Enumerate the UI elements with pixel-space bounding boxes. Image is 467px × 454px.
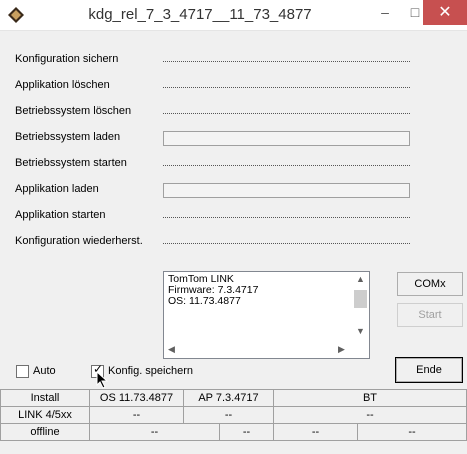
- start-button[interactable]: Start: [397, 303, 463, 327]
- status-cell: offline: [0, 423, 89, 441]
- step-row: Konfiguration sichern: [0, 49, 467, 71]
- step-progress-bar: [163, 131, 410, 146]
- horizontal-scrollbar[interactable]: ◀ ▶: [164, 341, 352, 358]
- status-cell: BT: [273, 389, 467, 406]
- scroll-left-icon[interactable]: ◀: [168, 344, 175, 355]
- step-label: Konfiguration wiederherst.: [15, 235, 143, 247]
- step-label: Applikation löschen: [15, 79, 110, 91]
- step-label: Konfiguration sichern: [15, 53, 119, 65]
- auto-checkbox-box[interactable]: [16, 365, 29, 378]
- step-label: Betriebssystem löschen: [15, 105, 132, 117]
- step-label: Applikation starten: [15, 209, 106, 221]
- window-title: kdg_rel_7_3_4717__11_73_4877: [88, 6, 312, 23]
- close-button[interactable]: ✕: [423, 0, 467, 25]
- step-label: Betriebssystem starten: [15, 157, 127, 169]
- step-row: Applikation starten: [0, 205, 467, 227]
- step-label: Applikation laden: [15, 183, 99, 195]
- status-cell: AP 7.3.4717: [183, 389, 273, 406]
- step-row: Applikation laden: [0, 179, 467, 201]
- auto-checkbox-label[interactable]: Auto: [33, 365, 56, 377]
- step-label: Betriebssystem laden: [15, 131, 121, 143]
- step-dotted-line: [163, 165, 410, 166]
- status-cell: --: [89, 423, 219, 441]
- konfig-checkbox-label[interactable]: Konfig. speichern: [108, 365, 193, 377]
- step-dotted-line: [163, 217, 410, 218]
- vertical-scrollbar[interactable]: ▲ ▼: [352, 272, 369, 341]
- title-bar[interactable]: kdg_rel_7_3_4717__11_73_4877 – □ ✕: [0, 0, 467, 31]
- step-dotted-line: [163, 61, 410, 62]
- status-cell: --: [183, 406, 273, 423]
- step-dotted-line: [163, 113, 410, 114]
- step-row: Betriebssystem starten: [0, 153, 467, 175]
- status-cell: Install: [0, 389, 89, 406]
- mouse-pointer-icon: [96, 371, 109, 389]
- scroll-up-icon[interactable]: ▲: [356, 274, 365, 284]
- device-info-textbox[interactable]: TomTom LINK Firmware: 7.3.4717 OS: 11.73…: [163, 271, 370, 359]
- ende-button[interactable]: Ende: [395, 357, 463, 383]
- device-info-text: TomTom LINK Firmware: 7.3.4717 OS: 11.73…: [168, 273, 259, 307]
- status-cell: --: [219, 423, 273, 441]
- minimize-button[interactable]: –: [370, 0, 400, 25]
- scroll-right-icon[interactable]: ▶: [338, 344, 345, 355]
- step-dotted-line: [163, 243, 410, 244]
- step-row: Konfiguration wiederherst.: [0, 231, 467, 253]
- status-cell: --: [273, 406, 467, 423]
- step-progress-bar: [163, 183, 410, 198]
- main-panel: Konfiguration sichern Applikation lösche…: [0, 31, 467, 454]
- com-port-button[interactable]: COMx: [397, 272, 463, 296]
- status-cell: --: [357, 423, 467, 441]
- step-row: Betriebssystem löschen: [0, 101, 467, 123]
- status-cell: LINK 4/5xx: [0, 406, 89, 423]
- scroll-down-icon[interactable]: ▼: [356, 326, 365, 336]
- status-cell: OS 11.73.4877: [89, 389, 183, 406]
- step-dotted-line: [163, 87, 410, 88]
- status-cell: --: [89, 406, 183, 423]
- scroll-thumb[interactable]: [354, 290, 367, 308]
- step-row: Applikation löschen: [0, 75, 467, 97]
- step-row: Betriebssystem laden: [0, 127, 467, 149]
- status-cell: --: [273, 423, 357, 441]
